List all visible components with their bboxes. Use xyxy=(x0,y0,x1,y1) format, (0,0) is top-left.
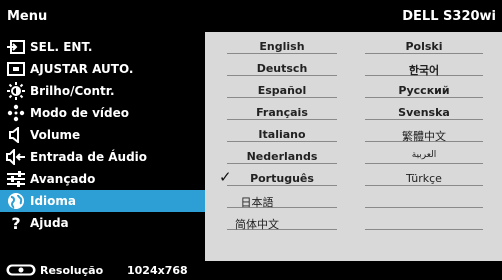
input-source-icon xyxy=(6,38,26,56)
language-option-selected[interactable]: Português xyxy=(227,172,337,185)
divider xyxy=(365,53,483,54)
language-option[interactable]: 日本語 xyxy=(227,194,287,210)
menu-item-label: Brilho/Contr. xyxy=(30,84,115,98)
menu-item-advanced[interactable]: Avançado xyxy=(0,168,205,190)
language-option[interactable]: Deutsch xyxy=(227,62,337,75)
language-option[interactable]: Svenska xyxy=(365,106,483,119)
divider xyxy=(227,53,337,54)
video-mode-icon xyxy=(6,104,26,122)
divider xyxy=(227,119,337,120)
menu-item-label: Ajuda xyxy=(30,216,69,230)
menu-item-label: Avançado xyxy=(30,172,96,186)
advanced-icon xyxy=(6,170,26,188)
language-option[interactable]: 繁體中文 xyxy=(365,128,483,144)
menu-item-input-select[interactable]: SEL. ENT. xyxy=(0,36,205,58)
divider xyxy=(365,229,483,230)
divider xyxy=(227,141,337,142)
menu-item-label: Modo de vídeo xyxy=(30,106,130,120)
globe-icon xyxy=(6,192,26,210)
language-option[interactable]: Русский xyxy=(365,84,483,97)
language-option[interactable]: 简体中文 xyxy=(227,216,287,232)
projector-osd: Menu DELL S320wi SEL. ENT. AJUSTAR AUTO.… xyxy=(0,0,502,280)
menu-item-label: Volume xyxy=(30,128,81,142)
language-panel: English Deutsch Español Français Italian… xyxy=(205,32,502,261)
menu-title: Menu xyxy=(7,9,48,24)
brightness-icon xyxy=(6,82,26,100)
resolution-label: Resolução xyxy=(40,264,104,277)
model-name: DELL S320wi xyxy=(402,9,496,24)
osd-header: Menu DELL S320wi xyxy=(0,0,502,32)
resolution-value: 1024x768 xyxy=(127,264,188,277)
divider xyxy=(227,75,337,76)
menu-item-label: Entrada de Áudio xyxy=(30,150,148,164)
menu-item-label: Idioma xyxy=(30,194,77,208)
divider xyxy=(365,185,483,186)
resolution-icon xyxy=(6,264,36,276)
language-option[interactable]: العربية xyxy=(365,150,483,160)
language-option[interactable]: Français xyxy=(227,106,337,119)
menu-item-label: SEL. ENT. xyxy=(30,40,93,54)
menu-item-brightness-contrast[interactable]: Brilho/Contr. xyxy=(0,80,205,102)
menu-item-audio-input[interactable]: Entrada de Áudio xyxy=(0,146,205,168)
divider xyxy=(365,207,483,208)
language-option[interactable]: Italiano xyxy=(227,128,337,141)
menu-item-auto-adjust[interactable]: AJUSTAR AUTO. xyxy=(0,58,205,80)
main-menu: SEL. ENT. AJUSTAR AUTO. Brilho/Contr. Mo… xyxy=(0,32,205,252)
menu-item-help[interactable]: ? Ajuda xyxy=(0,212,205,234)
divider xyxy=(227,185,337,186)
audio-input-icon xyxy=(6,148,26,166)
auto-adjust-icon xyxy=(6,60,26,78)
language-option[interactable]: Polski xyxy=(365,40,483,53)
language-option[interactable]: Nederlands xyxy=(227,150,337,163)
divider xyxy=(365,163,483,164)
menu-item-video-mode[interactable]: Modo de vídeo xyxy=(0,102,205,124)
menu-item-label: AJUSTAR AUTO. xyxy=(30,62,134,76)
language-option[interactable]: Español xyxy=(227,84,337,97)
language-option[interactable]: Türkçe xyxy=(365,172,483,185)
language-option[interactable]: English xyxy=(227,40,337,53)
status-bar: Resolução 1024x768 xyxy=(0,261,502,280)
menu-item-language[interactable]: Idioma xyxy=(0,190,205,212)
language-option[interactable]: 한국어 xyxy=(365,62,483,78)
divider xyxy=(227,163,337,164)
help-icon: ? xyxy=(11,213,21,233)
volume-icon xyxy=(6,126,26,144)
divider xyxy=(365,119,483,120)
menu-item-volume[interactable]: Volume xyxy=(0,124,205,146)
divider xyxy=(227,97,337,98)
divider xyxy=(365,97,483,98)
